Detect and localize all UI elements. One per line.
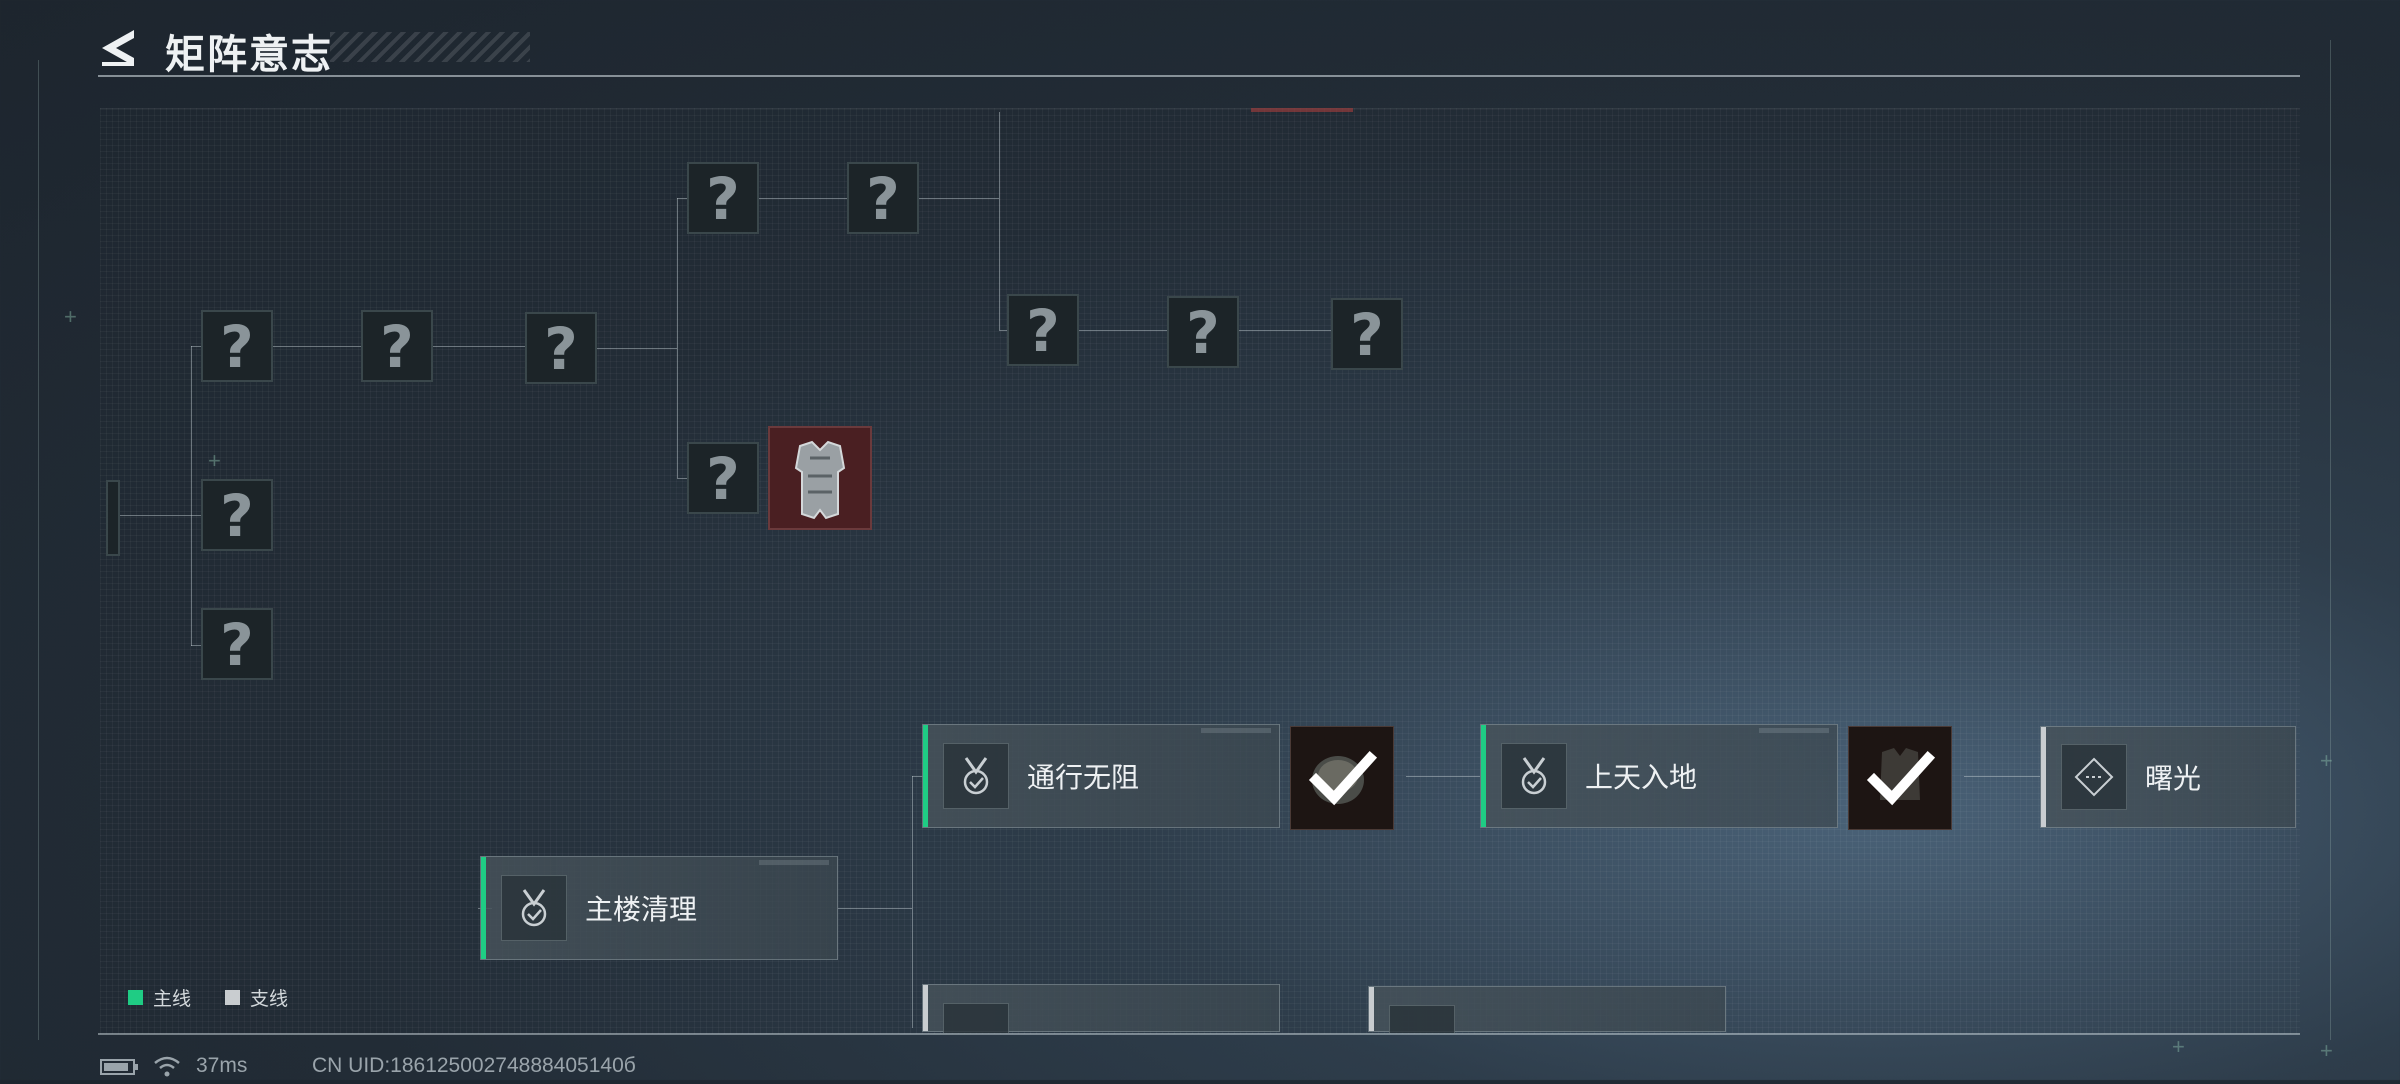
checkmark-icon	[1866, 748, 1936, 806]
question-mark-icon: ?	[380, 313, 414, 381]
user-uid: CN UID:18612500274888405140б	[312, 1054, 636, 1077]
mission-label: 上天入地	[1585, 762, 1698, 793]
legend-side-label: 支线	[250, 989, 289, 1010]
question-mark-icon: ?	[706, 165, 740, 233]
line-legend: 主线 支线	[128, 984, 288, 1011]
mission-card-clear-passage[interactable]: 通行无阻	[922, 724, 1280, 828]
mission-card-main-building[interactable]: 主楼清理	[480, 856, 838, 960]
frame-line	[38, 60, 39, 1040]
locked-node[interactable]: ?	[1167, 296, 1239, 368]
main-line-swatch	[128, 990, 143, 1005]
card-code-strip	[759, 860, 829, 865]
title-decoration	[330, 32, 530, 62]
question-mark-icon: ?	[706, 445, 740, 513]
question-mark-icon: ?	[220, 313, 254, 381]
completed-reward-vest[interactable]	[1848, 726, 1952, 830]
reward-node[interactable]	[768, 426, 872, 530]
locked-node[interactable]: ?	[201, 608, 273, 680]
side-line-swatch	[225, 990, 241, 1005]
header-divider	[98, 75, 2300, 77]
medal-icon	[943, 743, 1009, 809]
locked-node[interactable]: ?	[201, 479, 273, 551]
offscreen-node	[106, 480, 120, 556]
legend-main-label: 主线	[153, 989, 192, 1010]
mission-card-dawn[interactable]: 曙光	[2040, 726, 2296, 828]
question-mark-icon: ?	[1350, 301, 1384, 369]
back-arrow-icon	[102, 30, 134, 66]
medal-icon	[1389, 1005, 1455, 1033]
page-title: 矩阵意志	[165, 33, 333, 77]
map-grid-background	[100, 108, 2300, 1034]
locked-node[interactable]: ?	[687, 442, 759, 514]
mission-card-sky-and-earth[interactable]: 上天入地	[1480, 724, 1838, 828]
medal-icon	[943, 1003, 1009, 1033]
crosshair-mark: +	[208, 448, 221, 473]
completed-reward-helmet[interactable]	[1290, 726, 1394, 830]
crosshair-mark: +	[2320, 748, 2333, 773]
side-line-indicator	[2041, 727, 2046, 827]
question-mark-icon: ?	[544, 315, 578, 383]
battery-icon	[100, 1058, 140, 1082]
mission-label: 通行无阻	[1027, 762, 1140, 793]
question-mark-icon: ?	[220, 611, 254, 679]
locked-node[interactable]: ?	[201, 310, 273, 382]
question-mark-icon: ?	[220, 482, 254, 550]
side-line-indicator	[1369, 987, 1374, 1031]
mission-card-partial[interactable]	[1368, 986, 1726, 1033]
question-mark-icon: ?	[1186, 299, 1220, 367]
locked-node[interactable]: ?	[525, 312, 597, 384]
map-bottom-rule	[98, 1033, 2300, 1035]
crosshair-mark: +	[64, 304, 77, 329]
back-button[interactable]	[98, 26, 142, 70]
main-line-indicator	[481, 857, 486, 959]
diamond-marker-icon	[2061, 744, 2127, 810]
main-line-indicator	[923, 725, 928, 827]
locked-node[interactable]: ?	[1331, 298, 1403, 370]
question-mark-icon: ?	[866, 165, 900, 233]
frame-line	[2330, 40, 2331, 1040]
armor-vest-icon	[794, 440, 846, 520]
card-code-strip	[1759, 728, 1829, 733]
side-line-indicator	[923, 985, 928, 1031]
crosshair-mark: +	[2320, 1038, 2333, 1063]
ping-readout: 37ms	[196, 1054, 248, 1077]
mission-card-partial[interactable]	[922, 984, 1280, 1033]
card-code-strip	[1201, 728, 1271, 733]
crosshair-mark: +	[2172, 1034, 2185, 1059]
mission-label: 主楼清理	[585, 894, 698, 925]
locked-node[interactable]: ?	[1007, 294, 1079, 366]
checkmark-icon	[1308, 750, 1378, 806]
question-mark-icon: ?	[1026, 297, 1060, 365]
mission-label: 曙光	[2145, 763, 2202, 794]
locked-node[interactable]: ?	[687, 162, 759, 234]
main-line-indicator	[1481, 725, 1486, 827]
locked-node[interactable]: ?	[847, 162, 919, 234]
medal-icon	[1501, 743, 1567, 809]
locked-node[interactable]: ?	[361, 310, 433, 382]
medal-icon	[501, 875, 567, 941]
